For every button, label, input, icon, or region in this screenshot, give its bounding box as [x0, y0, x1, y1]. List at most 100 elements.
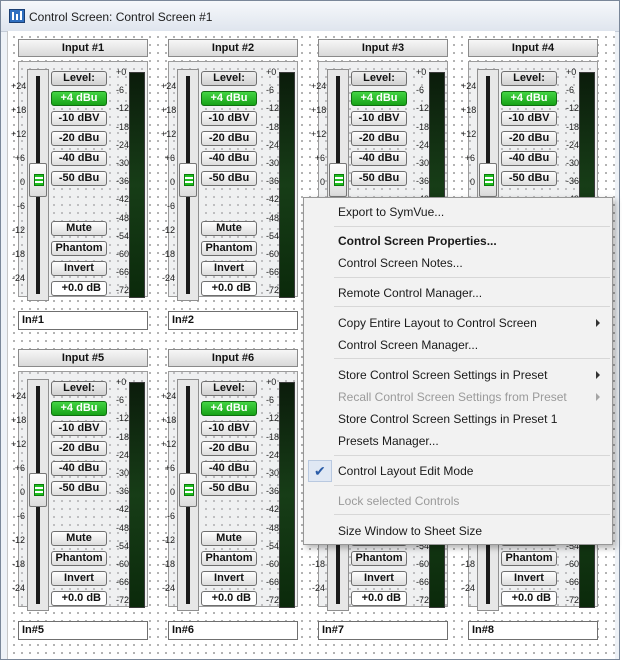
control-screen-manager-item[interactable]: Control Screen Manager...	[306, 334, 610, 356]
level-option-button[interactable]: -50 dBu	[501, 171, 557, 186]
level-option-button[interactable]: -10 dBV	[351, 111, 407, 126]
channel-name-field[interactable]: In#6	[168, 621, 298, 640]
control-screen-properties-item[interactable]: Control Screen Properties...	[306, 230, 610, 252]
phantom-button[interactable]: Phantom	[51, 241, 107, 256]
level-option-button[interactable]: -40 dBu	[501, 151, 557, 166]
level-option-button[interactable]: -50 dBu	[201, 481, 257, 496]
channel-header[interactable]: Input #2	[168, 39, 298, 57]
level-option-button[interactable]: -50 dBu	[51, 481, 107, 496]
level-option-button[interactable]: -50 dBu	[201, 171, 257, 186]
invert-button[interactable]: Invert	[201, 261, 257, 276]
mute-button[interactable]: Mute	[201, 221, 257, 236]
channel-name-field[interactable]: In#8	[468, 621, 598, 640]
mute-button[interactable]: Mute	[51, 531, 107, 546]
fader-grip-icon	[184, 174, 194, 186]
level-option-button[interactable]: -40 dBu	[201, 461, 257, 476]
fader-track[interactable]	[27, 69, 49, 301]
gain-value-field[interactable]: +0.0 dB	[501, 591, 557, 606]
level-option-button[interactable]: -10 dBV	[201, 421, 257, 436]
level-label: Level:	[51, 71, 107, 86]
level-option-button[interactable]: -20 dBu	[351, 131, 407, 146]
phantom-button[interactable]: Phantom	[351, 551, 407, 566]
channel-header[interactable]: Input #1	[18, 39, 148, 57]
export-to-symvue-item[interactable]: Export to SymVue...	[306, 201, 610, 223]
fader-scale-label: +24	[161, 81, 177, 91]
level-option-button[interactable]: +4 dBu	[51, 91, 107, 106]
lock-selected-controls-item: Lock selected Controls	[306, 490, 610, 512]
level-option-button[interactable]: -10 dBV	[501, 111, 557, 126]
level-option-button[interactable]: -10 dBV	[51, 421, 107, 436]
presets-manager-item[interactable]: Presets Manager...	[306, 430, 610, 452]
level-option-button[interactable]: +4 dBu	[201, 401, 257, 416]
fader-track[interactable]	[177, 69, 199, 301]
phantom-button[interactable]: Phantom	[201, 241, 257, 256]
control-layout-edit-mode-item[interactable]: ✔ Control Layout Edit Mode	[306, 460, 610, 482]
level-option-button[interactable]: -20 dBu	[201, 441, 257, 456]
menu-item-label: Lock selected Controls	[338, 494, 460, 508]
fader-track[interactable]	[177, 379, 199, 611]
channel-header[interactable]: Input #4	[468, 39, 598, 57]
level-option-button[interactable]: -20 dBu	[201, 131, 257, 146]
level-option-button[interactable]: -10 dBV	[201, 111, 257, 126]
channel-header[interactable]: Input #3	[318, 39, 448, 57]
channel-name-field[interactable]: In#1	[18, 311, 148, 330]
fader-knob[interactable]	[329, 163, 347, 197]
fader-scale-label: +12	[461, 129, 477, 139]
gain-value-field[interactable]: +0.0 dB	[201, 281, 257, 296]
level-option-button[interactable]: +4 dBu	[351, 91, 407, 106]
channel-name-field[interactable]: In#2	[168, 311, 298, 330]
invert-button[interactable]: Invert	[501, 571, 557, 586]
level-option-button[interactable]: -20 dBu	[501, 131, 557, 146]
invert-button[interactable]: Invert	[201, 571, 257, 586]
fader-knob[interactable]	[479, 163, 497, 197]
channel-strip: Input #6 +24 +18 +12 +6 0 -6 -12 -18 -24 Level: +4 …	[161, 349, 300, 649]
fader-track[interactable]	[27, 379, 49, 611]
channel-header[interactable]: Input #5	[18, 349, 148, 367]
store-settings-in-preset-1-item[interactable]: Store Control Screen Settings in Preset …	[306, 408, 610, 430]
store-settings-in-preset-item[interactable]: Store Control Screen Settings in Preset	[306, 364, 610, 386]
mute-button[interactable]: Mute	[201, 531, 257, 546]
fader-scale-label: 0	[169, 177, 175, 187]
gain-value-field[interactable]: +0.0 dB	[201, 591, 257, 606]
fader-scale-label: +18	[11, 415, 27, 425]
title-bar[interactable]: Control Screen: Control Screen #1	[1, 1, 619, 32]
level-option-button[interactable]: -40 dBu	[201, 151, 257, 166]
gain-value-field[interactable]: +0.0 dB	[51, 591, 107, 606]
level-option-button[interactable]: -50 dBu	[51, 171, 107, 186]
level-option-button[interactable]: +4 dBu	[501, 91, 557, 106]
level-option-button[interactable]: +4 dBu	[51, 401, 107, 416]
fader-knob[interactable]	[29, 163, 47, 197]
mute-button[interactable]: Mute	[51, 221, 107, 236]
level-option-button[interactable]: -40 dBu	[51, 461, 107, 476]
fader-knob[interactable]	[29, 473, 47, 507]
invert-button[interactable]: Invert	[51, 571, 107, 586]
level-option-button[interactable]: -10 dBV	[51, 111, 107, 126]
remote-control-manager-item[interactable]: Remote Control Manager...	[306, 282, 610, 304]
gain-value-field[interactable]: +0.0 dB	[51, 281, 107, 296]
fader-scale-label: +12	[161, 439, 177, 449]
channel-header[interactable]: Input #6	[168, 349, 298, 367]
fader-knob[interactable]	[179, 163, 197, 197]
channel-name-field[interactable]: In#5	[18, 621, 148, 640]
fader-grip-icon	[34, 484, 44, 496]
fader-scale-label: +24	[161, 391, 177, 401]
control-screen-notes-item[interactable]: Control Screen Notes...	[306, 252, 610, 274]
level-option-button[interactable]: -20 dBu	[51, 441, 107, 456]
level-option-button[interactable]: -40 dBu	[351, 151, 407, 166]
phantom-button[interactable]: Phantom	[201, 551, 257, 566]
phantom-button[interactable]: Phantom	[501, 551, 557, 566]
level-option-button[interactable]: -50 dBu	[351, 171, 407, 186]
invert-button[interactable]: Invert	[351, 571, 407, 586]
channel-name-field[interactable]: In#7	[318, 621, 448, 640]
invert-button[interactable]: Invert	[51, 261, 107, 276]
level-option-button[interactable]: -40 dBu	[51, 151, 107, 166]
level-option-button[interactable]: +4 dBu	[201, 91, 257, 106]
checkmark-icon: ✔	[314, 463, 326, 479]
fader-knob[interactable]	[179, 473, 197, 507]
copy-entire-layout-item[interactable]: Copy Entire Layout to Control Screen	[306, 312, 610, 334]
level-option-button[interactable]: -20 dBu	[51, 131, 107, 146]
fader-scale-label: +24	[311, 81, 327, 91]
phantom-button[interactable]: Phantom	[51, 551, 107, 566]
gain-value-field[interactable]: +0.0 dB	[351, 591, 407, 606]
size-window-to-sheet-item[interactable]: Size Window to Sheet Size	[306, 520, 610, 542]
